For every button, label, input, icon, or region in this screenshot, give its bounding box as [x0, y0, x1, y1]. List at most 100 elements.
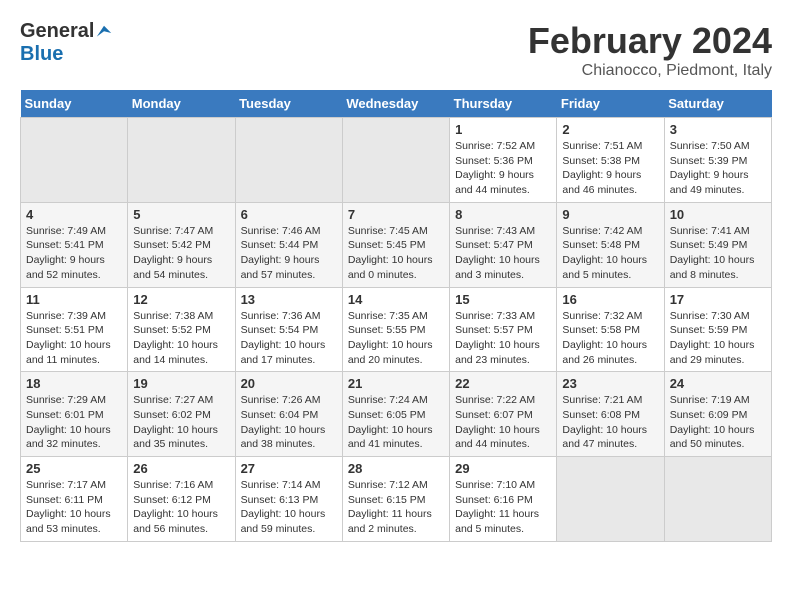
- day-number: 4: [26, 207, 122, 222]
- day-number: 1: [455, 122, 551, 137]
- day-info: Sunrise: 7:51 AM Sunset: 5:38 PM Dayligh…: [562, 139, 658, 198]
- day-info: Sunrise: 7:49 AM Sunset: 5:41 PM Dayligh…: [26, 224, 122, 283]
- day-number: 19: [133, 376, 229, 391]
- day-info: Sunrise: 7:30 AM Sunset: 5:59 PM Dayligh…: [670, 309, 766, 368]
- col-wednesday: Wednesday: [342, 90, 449, 118]
- day-info: Sunrise: 7:12 AM Sunset: 6:15 PM Dayligh…: [348, 478, 444, 537]
- calendar-cell: 26Sunrise: 7:16 AM Sunset: 6:12 PM Dayli…: [128, 457, 235, 542]
- day-info: Sunrise: 7:43 AM Sunset: 5:47 PM Dayligh…: [455, 224, 551, 283]
- calendar-cell: 8 Sunrise: 7:43 AM Sunset: 5:47 PM Daylig…: [450, 202, 557, 287]
- calendar-cell: 29 Sunrise: 7:10 AM Sunset: 6:16 PM Dayli…: [450, 457, 557, 542]
- day-number: 25: [26, 461, 122, 476]
- day-info: Sunrise: 7:29 AM Sunset: 6:01 PM Dayligh…: [26, 393, 122, 452]
- calendar-cell: 2 Sunrise: 7:51 AM Sunset: 5:38 PM Daylig…: [557, 118, 664, 203]
- day-info: Sunrise: 7:45 AM Sunset: 5:45 PM Dayligh…: [348, 224, 444, 283]
- logo: General Blue: [20, 20, 114, 66]
- day-number: 20: [241, 376, 337, 391]
- day-info: Sunrise: 7:26 AM Sunset: 6:04 PM Dayligh…: [241, 393, 337, 452]
- calendar-cell: 24 Sunrise: 7:19 AM Sunset: 6:09 PM Dayli…: [664, 372, 771, 457]
- calendar-cell: 19Sunrise: 7:27 AM Sunset: 6:02 PM Dayli…: [128, 372, 235, 457]
- calendar-cell: 15 Sunrise: 7:33 AM Sunset: 5:57 PM Dayli…: [450, 287, 557, 372]
- calendar-cell: [235, 118, 342, 203]
- col-sunday: Sunday: [21, 90, 128, 118]
- day-number: 9: [562, 207, 658, 222]
- calendar-cell: 23Sunrise: 7:21 AM Sunset: 6:08 PM Dayli…: [557, 372, 664, 457]
- day-number: 10: [670, 207, 766, 222]
- day-info: Sunrise: 7:14 AM Sunset: 6:13 PM Dayligh…: [241, 478, 337, 537]
- day-info: Sunrise: 7:47 AM Sunset: 5:42 PM Dayligh…: [133, 224, 229, 283]
- day-number: 12: [133, 292, 229, 307]
- day-number: 2: [562, 122, 658, 137]
- day-info: Sunrise: 7:52 AM Sunset: 5:36 PM Dayligh…: [455, 139, 551, 198]
- calendar-cell: 21 Sunrise: 7:24 AM Sunset: 6:05 PM Dayli…: [342, 372, 449, 457]
- logo-bird-icon: [95, 24, 113, 42]
- col-friday: Friday: [557, 90, 664, 118]
- calendar-cell: 16 Sunrise: 7:32 AM Sunset: 5:58 PM Dayli…: [557, 287, 664, 372]
- page-header: General Blue February 2024 Chianocco, Pi…: [20, 20, 772, 80]
- logo-general: General: [20, 20, 94, 42]
- day-number: 24: [670, 376, 766, 391]
- day-number: 28: [348, 461, 444, 476]
- calendar-cell: 25Sunrise: 7:17 AM Sunset: 6:11 PM Dayli…: [21, 457, 128, 542]
- calendar-cell: 18 Sunrise: 7:29 AM Sunset: 6:01 PM Dayli…: [21, 372, 128, 457]
- calendar-cell: [128, 118, 235, 203]
- calendar-header-row: Sunday Monday Tuesday Wednesday Thursday…: [21, 90, 772, 118]
- day-number: 15: [455, 292, 551, 307]
- day-info: Sunrise: 7:38 AM Sunset: 5:52 PM Dayligh…: [133, 309, 229, 368]
- day-info: Sunrise: 7:33 AM Sunset: 5:57 PM Dayligh…: [455, 309, 551, 368]
- day-number: 17: [670, 292, 766, 307]
- day-number: 11: [26, 292, 122, 307]
- day-info: Sunrise: 7:22 AM Sunset: 6:07 PM Dayligh…: [455, 393, 551, 452]
- calendar-cell: [557, 457, 664, 542]
- week-row-4: 18 Sunrise: 7:29 AM Sunset: 6:01 PM Dayli…: [21, 372, 772, 457]
- day-info: Sunrise: 7:41 AM Sunset: 5:49 PM Dayligh…: [670, 224, 766, 283]
- day-number: 18: [26, 376, 122, 391]
- calendar-cell: 4 Sunrise: 7:49 AM Sunset: 5:41 PM Daylig…: [21, 202, 128, 287]
- calendar-subtitle: Chianocco, Piedmont, Italy: [528, 62, 772, 80]
- logo-blue: Blue: [20, 43, 63, 65]
- day-info: Sunrise: 7:19 AM Sunset: 6:09 PM Dayligh…: [670, 393, 766, 452]
- calendar-table: Sunday Monday Tuesday Wednesday Thursday…: [20, 90, 772, 542]
- calendar-cell: 28 Sunrise: 7:12 AM Sunset: 6:15 PM Dayli…: [342, 457, 449, 542]
- day-info: Sunrise: 7:24 AM Sunset: 6:05 PM Dayligh…: [348, 393, 444, 452]
- day-number: 21: [348, 376, 444, 391]
- day-info: Sunrise: 7:35 AM Sunset: 5:55 PM Dayligh…: [348, 309, 444, 368]
- day-number: 6: [241, 207, 337, 222]
- logo-wordmark: General Blue: [20, 20, 114, 66]
- day-number: 7: [348, 207, 444, 222]
- calendar-cell: 5 Sunrise: 7:47 AM Sunset: 5:42 PM Daylig…: [128, 202, 235, 287]
- day-info: Sunrise: 7:10 AM Sunset: 6:16 PM Dayligh…: [455, 478, 551, 537]
- day-info: Sunrise: 7:32 AM Sunset: 5:58 PM Dayligh…: [562, 309, 658, 368]
- col-thursday: Thursday: [450, 90, 557, 118]
- day-info: Sunrise: 7:36 AM Sunset: 5:54 PM Dayligh…: [241, 309, 337, 368]
- day-number: 16: [562, 292, 658, 307]
- day-number: 14: [348, 292, 444, 307]
- calendar-cell: [664, 457, 771, 542]
- calendar-cell: [342, 118, 449, 203]
- day-number: 27: [241, 461, 337, 476]
- week-row-2: 4 Sunrise: 7:49 AM Sunset: 5:41 PM Daylig…: [21, 202, 772, 287]
- calendar-cell: 27 Sunrise: 7:14 AM Sunset: 6:13 PM Dayli…: [235, 457, 342, 542]
- day-number: 5: [133, 207, 229, 222]
- day-info: Sunrise: 7:42 AM Sunset: 5:48 PM Dayligh…: [562, 224, 658, 283]
- day-number: 29: [455, 461, 551, 476]
- calendar-cell: 6 Sunrise: 7:46 AM Sunset: 5:44 PM Daylig…: [235, 202, 342, 287]
- calendar-cell: 9 Sunrise: 7:42 AM Sunset: 5:48 PM Daylig…: [557, 202, 664, 287]
- day-number: 8: [455, 207, 551, 222]
- week-row-3: 11Sunrise: 7:39 AM Sunset: 5:51 PM Dayli…: [21, 287, 772, 372]
- day-number: 13: [241, 292, 337, 307]
- day-number: 23: [562, 376, 658, 391]
- day-info: Sunrise: 7:50 AM Sunset: 5:39 PM Dayligh…: [670, 139, 766, 198]
- calendar-cell: 1 Sunrise: 7:52 AM Sunset: 5:36 PM Daylig…: [450, 118, 557, 203]
- day-info: Sunrise: 7:46 AM Sunset: 5:44 PM Dayligh…: [241, 224, 337, 283]
- calendar-cell: 13 Sunrise: 7:36 AM Sunset: 5:54 PM Dayli…: [235, 287, 342, 372]
- calendar-cell: 11Sunrise: 7:39 AM Sunset: 5:51 PM Dayli…: [21, 287, 128, 372]
- calendar-cell: 17 Sunrise: 7:30 AM Sunset: 5:59 PM Dayli…: [664, 287, 771, 372]
- col-saturday: Saturday: [664, 90, 771, 118]
- col-tuesday: Tuesday: [235, 90, 342, 118]
- col-monday: Monday: [128, 90, 235, 118]
- calendar-cell: 20 Sunrise: 7:26 AM Sunset: 6:04 PM Dayli…: [235, 372, 342, 457]
- day-number: 22: [455, 376, 551, 391]
- day-info: Sunrise: 7:16 AM Sunset: 6:12 PM Dayligh…: [133, 478, 229, 537]
- day-number: 3: [670, 122, 766, 137]
